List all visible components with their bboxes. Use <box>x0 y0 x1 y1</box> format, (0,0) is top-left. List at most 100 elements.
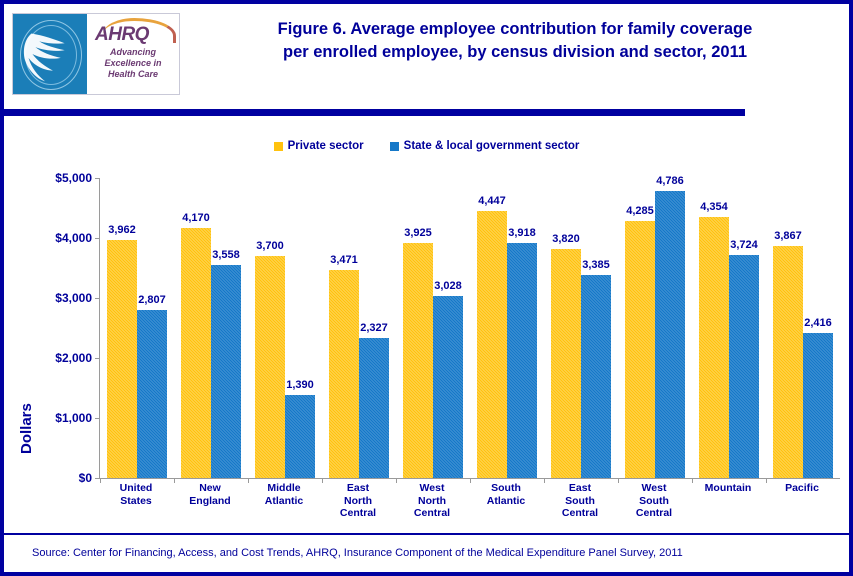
bar-group: 4,285 4,786 <box>618 175 692 483</box>
ahrq-tagline: Advancing Excellence in Health Care <box>104 47 161 80</box>
bar-private[interactable]: 3,925 <box>403 227 433 478</box>
ahrq-wordmark-area: AHRQ Advancing Excellence in Health Care <box>87 14 179 94</box>
plot-area: 3,962 2,807 4,170 3,558 3,700 1,390 3,471 2,327… <box>95 175 840 483</box>
y-axis-title: Dollars <box>18 403 35 454</box>
bar-government[interactable]: 2,807 <box>137 294 167 478</box>
x-axis-category-label: United States <box>99 482 173 520</box>
x-axis-category-label: New England <box>173 482 247 520</box>
x-axis-category-label: Middle Atlantic <box>247 482 321 520</box>
x-axis-category-label: South Atlantic <box>469 482 543 520</box>
x-axis-category-label-line: West <box>419 482 445 494</box>
bar-group: 4,170 3,558 <box>174 178 248 483</box>
x-axis-category-label: West South Central <box>617 482 691 520</box>
ahrq-wordmark: AHRQ <box>91 18 176 46</box>
x-axis-category-label: Mountain <box>691 482 765 520</box>
bar-government[interactable]: 4,786 <box>655 175 685 478</box>
bar-group: 3,867 2,416 <box>766 178 840 483</box>
legend-label-government: State & local government sector <box>403 140 580 152</box>
chart-legend: Private sector State & local government … <box>4 140 849 152</box>
y-axis-tick-mark <box>95 478 100 479</box>
x-axis-category-label-line: South <box>639 494 669 507</box>
x-axis-category-label-line: Central <box>561 507 599 519</box>
bar-government[interactable]: 3,385 <box>581 259 611 478</box>
bar-chart: Dollars $0 $1,000 $2,000 $3,000 $4,000 $5,000… <box>4 164 849 534</box>
x-axis-category-label: East North Central <box>321 482 395 520</box>
bar-value-label: 3,820 <box>552 232 580 245</box>
x-axis-category-label-line: New <box>199 482 221 494</box>
y-axis-tick-mark <box>95 298 100 299</box>
bar-group: 3,820 3,385 <box>544 178 618 483</box>
x-axis-category-label-line: Pacific <box>785 482 819 494</box>
bar-private[interactable]: 4,170 <box>181 212 211 478</box>
x-axis-category-label-line: Atlantic <box>486 494 526 507</box>
y-axis-tick-labels: $0 $1,000 $2,000 $3,000 $4,000 $5,000 <box>34 171 92 485</box>
figure-header: AHRQ Advancing Excellence in Health Care… <box>4 4 849 116</box>
ahrq-tagline-line3: Health Care <box>107 69 158 79</box>
legend-item-government: State & local government sector <box>389 140 580 152</box>
x-axis-category-label-line: Atlantic <box>264 494 304 507</box>
source-note: Source: Center for Financing, Access, an… <box>32 547 683 559</box>
bar-private[interactable]: 4,354 <box>699 201 729 478</box>
bar-group: 3,925 3,028 <box>396 178 470 483</box>
x-axis-category-label-line: Mountain <box>704 482 752 494</box>
bar-private[interactable]: 3,867 <box>773 230 803 478</box>
bar-government[interactable]: 2,416 <box>803 317 833 478</box>
bar-value-label: 3,558 <box>212 248 240 261</box>
bar-government[interactable]: 3,558 <box>211 249 241 478</box>
bar-value-label: 4,447 <box>478 195 506 208</box>
bar-value-label: 3,471 <box>330 253 358 266</box>
x-axis-category-label-line: Central <box>635 507 673 519</box>
x-axis-category-label-line: South <box>565 494 595 507</box>
bar-government[interactable]: 3,918 <box>507 227 537 478</box>
bar-value-label: 3,867 <box>774 229 802 242</box>
y-axis-tick-label: $4,000 <box>55 231 92 245</box>
bar-groups: 3,962 2,807 4,170 3,558 3,700 1,390 3,471 2,327… <box>100 175 840 483</box>
figure-title: Figure 6. Average employee contribution … <box>190 18 840 64</box>
figure-title-line2: per enrolled employee, by census divisio… <box>282 43 748 61</box>
y-axis-tick-label: $2,000 <box>55 351 92 365</box>
bar-group: 3,700 1,390 <box>248 178 322 483</box>
bar-private[interactable]: 3,471 <box>329 254 359 478</box>
x-axis-category-label-line: West <box>641 482 667 494</box>
bar-private[interactable]: 4,447 <box>477 195 507 478</box>
bar-private[interactable]: 3,962 <box>107 224 137 478</box>
bar-value-label: 1,390 <box>286 378 314 391</box>
x-axis-category-label-line: East <box>568 482 592 494</box>
bar-group: 4,354 3,724 <box>692 178 766 483</box>
x-axis-category-label-line: Middle <box>267 482 301 494</box>
ahrq-logo: AHRQ Advancing Excellence in Health Care <box>12 13 180 95</box>
bar-group: 3,962 2,807 <box>100 178 174 483</box>
bar-government[interactable]: 2,327 <box>359 322 389 478</box>
bar-private[interactable]: 4,285 <box>625 205 655 478</box>
bar-private[interactable]: 3,820 <box>551 233 581 478</box>
bar-value-label: 4,170 <box>182 211 210 224</box>
bar-value-label: 3,385 <box>582 258 610 271</box>
bar-government[interactable]: 3,724 <box>729 239 759 478</box>
legend-swatch-private <box>273 141 283 151</box>
ahrq-tagline-line2: Excellence in <box>104 58 162 68</box>
x-axis-category-label-line: Central <box>339 507 377 519</box>
hhs-seal-icon <box>13 14 87 94</box>
y-axis-tick-label: $3,000 <box>55 291 92 305</box>
bar-private[interactable]: 3,700 <box>255 240 285 478</box>
bar-value-label: 4,285 <box>626 204 654 217</box>
bar-value-label: 4,354 <box>700 200 728 213</box>
ahrq-letters: AHRQ <box>95 24 149 45</box>
bar-government[interactable]: 3,028 <box>433 280 463 478</box>
x-axis-category-label-line: North <box>418 494 446 507</box>
bar-value-label: 2,416 <box>804 317 832 330</box>
x-axis-category-label-line: Central <box>413 507 451 519</box>
x-axis-category-label-line: South <box>491 482 521 494</box>
bar-group: 4,447 3,918 <box>470 178 544 483</box>
y-axis-tick-mark <box>95 418 100 419</box>
x-axis-category-label-line: States <box>120 494 152 507</box>
bar-value-label: 3,700 <box>256 240 284 252</box>
y-axis-tick-mark <box>95 358 100 359</box>
legend-label-private: Private sector <box>287 140 364 152</box>
x-axis-category-label-line: North <box>344 494 372 507</box>
bar-government[interactable]: 1,390 <box>285 379 315 478</box>
legend-item-private: Private sector <box>273 140 364 152</box>
hhs-eagle-icon <box>23 33 65 82</box>
x-axis-tick-labels: United States New England Middle Atlantic East… <box>99 482 839 520</box>
ahrq-tagline-line1: Advancing <box>109 47 156 57</box>
